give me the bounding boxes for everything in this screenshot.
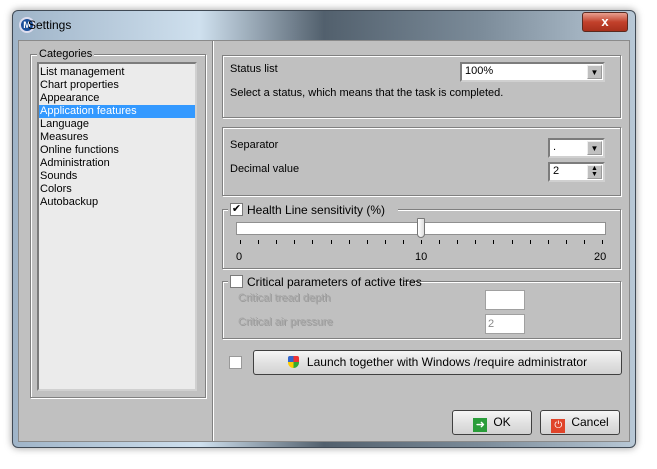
status-list-label: Status list — [230, 63, 278, 75]
slider-tick — [457, 240, 459, 244]
category-item[interactable]: Language — [39, 118, 195, 131]
slider-tick — [240, 240, 241, 244]
air-pressure-input[interactable]: 2 — [485, 314, 525, 334]
slider-tick — [529, 240, 531, 244]
slider-tick — [439, 240, 441, 244]
slider-tick — [294, 240, 296, 244]
slider-tick — [366, 240, 368, 244]
category-item[interactable]: Online functions — [39, 144, 195, 157]
slider-tick — [565, 240, 567, 244]
health-label: Health Line sensitivity (%) — [247, 203, 386, 217]
divider — [212, 41, 214, 441]
tread-depth-label: Critical tread depth — [238, 292, 331, 304]
slider-tick — [258, 240, 260, 244]
window-title: Settings — [28, 18, 72, 32]
decimal-spinner[interactable]: 2 ▲ ▼ — [548, 162, 605, 182]
launch-button[interactable]: Launch together with Windows /require ad… — [253, 350, 622, 375]
slider-tick — [330, 240, 332, 244]
launch-checkbox[interactable] — [229, 356, 242, 369]
status-value: 100% — [465, 65, 494, 77]
category-item[interactable]: Chart properties — [39, 79, 195, 92]
ok-button[interactable]: ➜ OK — [452, 410, 532, 435]
category-item[interactable]: Administration — [39, 157, 195, 170]
slider-tick — [547, 240, 549, 244]
slider-tick — [493, 240, 495, 244]
slider-tick — [312, 240, 314, 244]
slider-tick — [511, 240, 513, 244]
decimal-label: Decimal value — [230, 163, 300, 175]
category-item[interactable]: Appearance — [39, 92, 195, 105]
category-item[interactable]: Measures — [39, 131, 195, 144]
tick-label-min: 0 — [236, 251, 243, 263]
launch-label: Launch together with Windows /require ad… — [306, 355, 588, 369]
category-item[interactable]: Application features — [39, 105, 195, 118]
tires-group — [222, 281, 621, 339]
slider-tick — [402, 240, 404, 244]
slider-tick — [475, 240, 477, 244]
uac-shield-icon — [287, 356, 299, 368]
category-item[interactable]: Autobackup — [39, 196, 195, 209]
ok-label: OK — [493, 415, 511, 429]
tires-checkbox[interactable] — [230, 275, 243, 288]
health-checkbox[interactable]: ✔ — [230, 203, 243, 216]
close-button[interactable]: x — [582, 12, 628, 32]
cancel-label: Cancel — [571, 415, 609, 429]
categories-list[interactable]: List management Chart properties Appearanc… — [37, 62, 197, 391]
cancel-button[interactable]: ⏻ Cancel — [540, 410, 620, 435]
separator-value: . — [553, 141, 557, 153]
slider-tick — [384, 240, 386, 244]
health-slider-thumb[interactable] — [417, 218, 425, 238]
slider-tick — [348, 240, 350, 244]
air-pressure-label: Critical air pressure — [238, 316, 333, 328]
category-item[interactable]: Sounds — [39, 170, 195, 183]
slider-tick — [421, 240, 422, 244]
tread-depth-input[interactable] — [485, 290, 525, 310]
category-item[interactable]: List management — [39, 66, 195, 79]
status-hint: Select a status, which means that the ta… — [230, 87, 504, 99]
categories-label: Categories — [37, 48, 95, 60]
slider-tick — [583, 240, 585, 244]
category-item[interactable]: Colors — [39, 183, 195, 196]
power-icon: ⏻ — [551, 419, 566, 433]
status-list-dropdown[interactable]: 100% ▼ — [460, 62, 605, 82]
chevron-down-icon[interactable]: ▼ — [587, 141, 602, 155]
arrow-right-icon: ➜ — [473, 418, 488, 432]
tires-label: Critical parameters of active tires — [247, 275, 422, 289]
spin-arrows-icon[interactable]: ▲ ▼ — [587, 165, 602, 179]
decimal-value: 2 — [553, 165, 560, 177]
tick-label-max: 20 — [594, 251, 607, 263]
tick-label-mid: 10 — [415, 251, 428, 263]
separator-dropdown[interactable]: . ▼ — [548, 138, 605, 158]
chevron-down-icon[interactable]: ▼ — [587, 65, 602, 79]
slider-tick — [276, 240, 278, 244]
separator-label: Separator — [230, 139, 279, 151]
slider-tick — [602, 240, 603, 244]
